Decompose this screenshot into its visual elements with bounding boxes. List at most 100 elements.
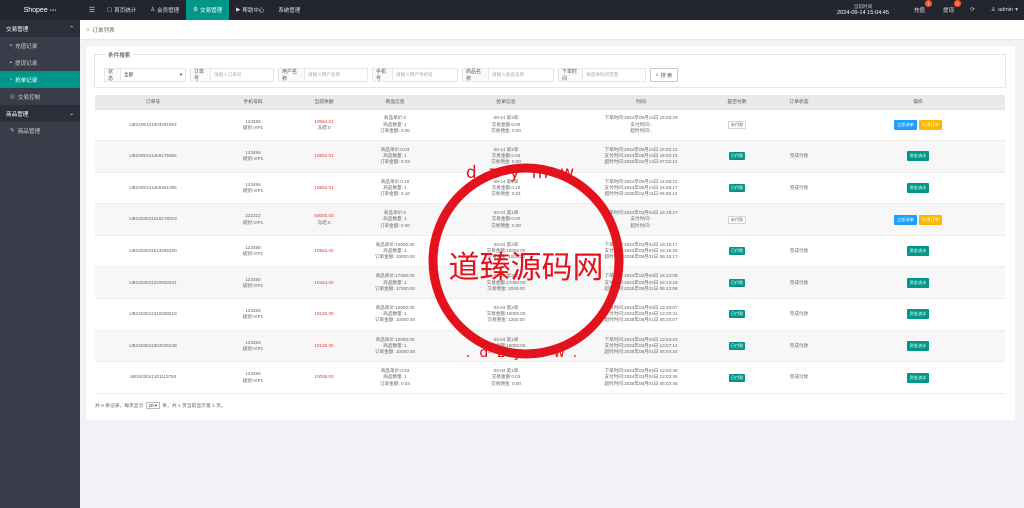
paid-cell: 已付款 — [707, 298, 767, 331]
topnav-item-help[interactable]: ▶ 帮助中心 — [229, 0, 271, 20]
sidebar-item-orders[interactable]: ▫ 抢单记录 — [0, 71, 80, 88]
withdraw-link[interactable]: 提现 0 — [937, 0, 962, 14]
page-size-select[interactable]: 20 ▾ — [145, 402, 161, 409]
user-input[interactable]: 请输入用户名称 — [304, 68, 368, 82]
ops-cell: 资金流水 — [831, 361, 1005, 394]
time-cell: 下单时间:2024年09月14日 15:02:12 支付时间:2024年09月14… — [575, 140, 707, 173]
trade-commission: 交易佣金: 0.00 — [491, 159, 521, 165]
cancel-order-button[interactable]: 取消订单 — [919, 119, 942, 130]
order-id: UB2403041304026249 — [95, 330, 211, 363]
trade-commission: 交易佣金: 2040.00 — [487, 285, 525, 291]
user-icon: ♙ — [150, 7, 156, 13]
status-select-value: 全部 — [124, 72, 134, 77]
home-icon: ▢ — [107, 7, 113, 13]
pagination-suffix: 条，共 1 页当前显示第 1 页。 — [162, 404, 226, 409]
order-status: 完成付款 — [767, 235, 831, 268]
goods-input[interactable]: 请输入商品名称 — [488, 68, 554, 82]
search-button[interactable]: ⌕ 搜 索 — [650, 68, 678, 82]
order-amount: 订单金额: 0.00 — [380, 222, 410, 228]
paid-status-badge: 已付款 — [728, 152, 746, 161]
expire-time: 超时时间:- — [630, 127, 652, 133]
sidebar-group-label: 商品管理 — [6, 111, 29, 118]
topnav-item-trading[interactable]: ⚙ 交易管理 — [186, 0, 230, 20]
ops-cell: 资金流水 — [831, 172, 1005, 205]
home-icon[interactable]: ⌂ — [86, 27, 89, 33]
user-level: 级别:VIP1 — [242, 219, 264, 225]
topnav-label: 系统管理 — [278, 8, 301, 14]
top-bar: Shopee 1.6.1 ☰ ▢ 首页统计 ♙ 会员管理 ⚙ 交易管理 ▶ 帮助中心 系统… — [0, 0, 1024, 20]
brand-logo[interactable]: Shopee 1.6.1 — [0, 0, 80, 20]
fund-flow-button[interactable]: 资金流水 — [906, 372, 930, 383]
table-row: UB2409141459175952 123456 级别:VIP1 10564.01 商… — [95, 140, 1005, 173]
balance-value: 10444.00 — [314, 279, 334, 285]
withdraw-label: 提现 — [943, 8, 955, 14]
phone-input[interactable]: 请输入用户手机号 — [392, 68, 458, 82]
dispatch-button[interactable]: 立即派单 — [894, 119, 917, 130]
balance-cell: 10444.00 — [295, 266, 353, 300]
chevron-down-icon: ⌄ — [69, 110, 74, 117]
recharge-link[interactable]: 充值 1 — [908, 0, 933, 14]
expire-time: 超时时间:2035年08月01日 06:13:08 — [604, 285, 678, 291]
cancel-order-button[interactable]: 取消订单 — [919, 214, 942, 225]
topnav-item-dashboard[interactable]: ▢ 首页统计 — [100, 0, 143, 20]
status-select[interactable]: 全部 ▾ — [120, 68, 186, 82]
paid-status-badge: 未付款 — [727, 120, 747, 129]
sidebar-item-goods[interactable]: ✎ 商品管理 — [0, 122, 80, 139]
user-name: admin — [997, 7, 1014, 13]
sidebar-group-goods[interactable]: 商品管理 ⌄ — [0, 105, 80, 122]
refresh-icon[interactable]: ⟳ — [964, 7, 981, 13]
grab-cell: 03-04 第3单 交易金额:10000.00 交易佣金: 1000.00 — [437, 235, 575, 268]
fund-flow-button[interactable]: 资金流水 — [906, 151, 930, 162]
sidebar-item-recharge[interactable]: ▪ 充值记录 — [0, 37, 80, 54]
goods-cell: 商品单价:10000.00 商品数量: 1 订单金额: 10000.00 — [353, 330, 437, 363]
search-icon: ⌕ — [655, 72, 659, 78]
balance-cell: 10000.00 — [295, 361, 353, 394]
fund-flow-button[interactable]: 资金流水 — [906, 340, 930, 351]
grab-cell: 03-04 第2单 交易金额:10000.00 交易佣金: 1200.00 — [437, 298, 575, 331]
fund-flow-button[interactable]: 资金流水 — [906, 182, 930, 193]
balance-cell: 10564.01 — [295, 172, 353, 205]
ops-cell: 资金流水 — [831, 140, 1005, 173]
grab-cell: 09-14 第2单 交易金额:0.03 交易佣金: 0.00 — [437, 140, 575, 173]
fund-flow-button[interactable]: 资金流水 — [906, 246, 930, 257]
phone-cell: 222222 级别:VIP1 — [211, 203, 295, 236]
expire-time: 超时时间:2035年08月01日 05:04:24 — [604, 349, 678, 355]
topnav-item-members[interactable]: ♙ 会员管理 — [143, 0, 186, 20]
time-cell: 下单时间:2024年03月04日 16:13:08 支付时间:2024年03月04… — [575, 266, 707, 300]
order-id: UB2403041310256619 — [95, 298, 211, 331]
sidebar-item-trade-control[interactable]: ◎ 交易控制 — [0, 88, 80, 105]
sidebar-item-label: 交易控制 — [17, 94, 41, 101]
chevron-down-icon: ▾ — [1015, 7, 1018, 13]
phone-cell: 123456 级别:VIP1 — [211, 330, 295, 363]
goods-cell: 商品单价:0.10 商品数量: 1 订单金额: 0.10 — [353, 172, 437, 205]
goods-cell: 商品单价:0 商品数量: 1 订单金额: 0.00 — [353, 109, 437, 142]
top-right-actions: 充值 1 提现 0 ⟳ ♙ admin ▾ — [908, 0, 1024, 20]
goods-cell: 商品单价:0 商品数量: 1 订单金额: 0.00 — [353, 203, 437, 236]
topnav-item-system[interactable]: 系统管理 — [271, 0, 307, 20]
menu-toggle-icon[interactable]: ☰ — [86, 0, 98, 20]
order-status: 完成付款 — [767, 172, 831, 205]
paid-status-badge: 未付款 — [727, 215, 747, 224]
col-header: 订单状态 — [767, 95, 831, 110]
time-range-input[interactable]: 请选择时间范围 — [582, 68, 646, 82]
fund-flow-button[interactable]: 资金流水 — [906, 309, 930, 320]
fund-flow-button[interactable]: 资金流水 — [906, 277, 930, 288]
sidebar-group-trading[interactable]: 交易管理 ⌃ — [0, 20, 80, 37]
table-row: UB2403041618278019 222222 级别:VIP1 50000.00 冻… — [95, 203, 1005, 236]
user-label: 用户名称 — [278, 68, 304, 82]
balance-cell: 10564.01 — [295, 140, 353, 173]
current-time-label: 当前时间 — [853, 4, 873, 9]
balance-cell: 10120.00 — [295, 330, 353, 363]
search-panel: 条件搜索 状态 全部 ▾ 订单号 请输入订单号 用户名称 请输入用户名称 手机号 … — [94, 51, 1006, 88]
order-amount: 订单金额: 10000.00 — [374, 349, 416, 355]
order-id: UB2403041618278019 — [95, 203, 211, 236]
topnav-label: 首页统计 — [114, 8, 137, 14]
sidebar-group-label: 交易管理 — [6, 26, 29, 33]
user-menu[interactable]: ♙ admin ▾ — [985, 7, 1024, 13]
order-input[interactable]: 请输入订单号 — [210, 68, 274, 82]
time-cell: 下单时间:2024年09月14日 15:03:29 支付时间:- 超时时间:- — [575, 109, 707, 142]
time-cell: 下单时间:2024年09月14日 14:58:12 支付时间:2024年09月14… — [575, 172, 707, 205]
order-status: 完成付款 — [767, 298, 831, 331]
dispatch-button[interactable]: 立即派单 — [894, 214, 917, 225]
sidebar-item-withdraw[interactable]: ▪ 提现记录 — [0, 54, 80, 71]
